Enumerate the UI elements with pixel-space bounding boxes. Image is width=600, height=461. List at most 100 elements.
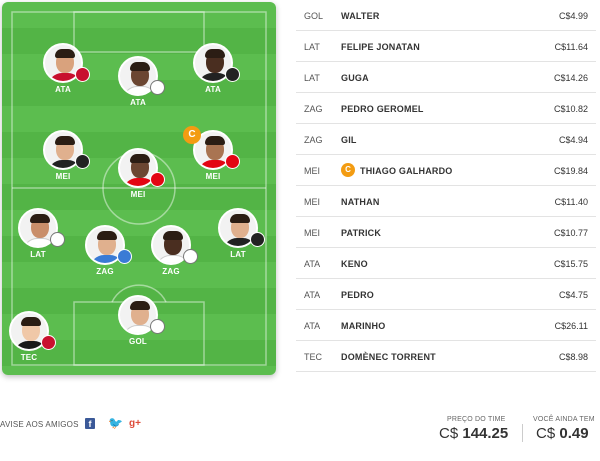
row-position: ATA [304, 321, 321, 331]
row-position: MEI [304, 228, 321, 238]
club-badge-icon [117, 249, 132, 264]
player-card[interactable]: LAT [210, 208, 266, 259]
team-price-value: C$ 144.25 [439, 425, 508, 442]
row-position: GOL [304, 11, 324, 21]
row-price: C$8.98 [558, 352, 588, 362]
club-badge-icon [183, 249, 198, 264]
row-player-name: PATRICK [341, 228, 382, 238]
team-price-currency: C$ [439, 425, 459, 442]
row-player-name: KENO [341, 259, 368, 269]
list-item[interactable]: MEI PATRICK C$10.77 [296, 217, 596, 248]
player-position-label: LAT [30, 250, 46, 259]
google-plus-icon[interactable]: g+ [129, 418, 141, 429]
list-item[interactable]: MEI C THIAGO GALHARDO C$19.84 [296, 155, 596, 186]
player-position-label: ATA [205, 85, 221, 94]
row-price: C$10.82 [553, 104, 588, 114]
player-card[interactable]: ATA [35, 43, 91, 94]
row-player-name: GIL [341, 135, 357, 145]
share-label: AVISE AOS AMIGOS [0, 420, 79, 429]
club-badge-icon [250, 232, 265, 247]
list-item[interactable]: GOL WALTER C$4.99 [296, 0, 596, 31]
row-price: C$26.11 [554, 321, 588, 331]
facebook-icon[interactable]: f [85, 418, 95, 429]
list-item[interactable]: TEC DOMÈNEC TORRENT C$8.98 [296, 341, 596, 372]
row-price: C$4.99 [558, 11, 588, 21]
list-item[interactable]: ATA MARINHO C$26.11 [296, 310, 596, 341]
list-item[interactable]: MEI NATHAN C$11.40 [296, 186, 596, 217]
team-price-amount: 144.25 [462, 425, 509, 442]
player-position-label: MEI [130, 190, 146, 199]
row-position: ZAG [304, 135, 323, 145]
remaining-label: VOCÊ AINDA TEM [533, 416, 595, 423]
club-badge-icon [150, 80, 165, 95]
row-player-name: GUGA [341, 73, 369, 83]
list-item[interactable]: ZAG GIL C$4.94 [296, 124, 596, 155]
player-position-label: ATA [55, 85, 71, 94]
club-badge-icon [150, 319, 165, 334]
player-card[interactable]: MEI [110, 148, 166, 199]
row-price: C$15.75 [553, 259, 588, 269]
player-card[interactable]: LAT [10, 208, 66, 259]
row-player-name: PEDRO GEROMEL [341, 104, 424, 114]
player-position-label: LAT [230, 250, 246, 259]
club-badge-icon [150, 172, 165, 187]
row-player-name: FELIPE JONATAN [341, 42, 420, 52]
remaining-value: C$ 0.49 [536, 425, 589, 442]
list-item[interactable]: ATA KENO C$15.75 [296, 248, 596, 279]
row-position: ZAG [304, 104, 323, 114]
footer-divider [522, 424, 523, 442]
player-card[interactable]: ZAG [143, 225, 199, 276]
club-badge-icon [50, 232, 65, 247]
captain-icon: C [341, 163, 355, 177]
row-price: C$10.77 [553, 228, 588, 238]
club-badge-icon [75, 67, 90, 82]
list-item[interactable]: ATA PEDRO C$4.75 [296, 279, 596, 310]
list-item[interactable]: LAT FELIPE JONATAN C$11.64 [296, 31, 596, 62]
player-card[interactable]: MEI [35, 130, 91, 181]
row-player-name: THIAGO GALHARDO [360, 166, 453, 176]
twitter-icon[interactable]: 🐦 [108, 416, 123, 430]
player-position-label: GOL [129, 337, 147, 346]
player-card[interactable]: GOL [110, 295, 166, 346]
player-card[interactable]: C MEI [183, 126, 241, 181]
player-position-label: ZAG [96, 267, 114, 276]
club-badge-icon [225, 154, 240, 169]
list-item[interactable]: LAT GUGA C$14.26 [296, 62, 596, 93]
club-badge-icon [75, 154, 90, 169]
row-price: C$11.40 [554, 197, 588, 207]
row-price: C$11.64 [554, 42, 588, 52]
team-price-label: PREÇO DO TIME [447, 416, 506, 423]
row-player-name: NATHAN [341, 197, 380, 207]
player-position-label: MEI [205, 172, 221, 181]
row-position: LAT [304, 42, 320, 52]
row-player-name: WALTER [341, 11, 380, 21]
captain-badge-icon: C [183, 126, 201, 144]
row-price: C$14.26 [553, 73, 588, 83]
row-player-name: MARINHO [341, 321, 386, 331]
player-position-label: ZAG [162, 267, 180, 276]
club-badge-icon [41, 335, 56, 350]
row-price: C$19.84 [553, 166, 588, 176]
remaining-amount: 0.49 [559, 425, 589, 442]
player-card[interactable]: ZAG [77, 225, 133, 276]
list-item[interactable]: ZAG PEDRO GEROMEL C$10.82 [296, 93, 596, 124]
row-price: C$4.94 [558, 135, 588, 145]
row-player-name: PEDRO [341, 290, 375, 300]
player-card[interactable]: ATA [110, 56, 166, 107]
player-position-label: ATA [130, 98, 146, 107]
row-position: ATA [304, 290, 321, 300]
player-position-label: TEC [20, 353, 38, 362]
row-position: ATA [304, 259, 321, 269]
field-container: ATA ATA ATA MEI MEI C MEI LAT ZAG ZAG LAT GOL TEC [0, 0, 278, 378]
player-list: GOL WALTER C$4.99 LAT FELIPE JONATAN C$11.64 L… [296, 0, 596, 372]
player-card[interactable]: TEC [1, 311, 57, 362]
row-position: MEI [304, 197, 321, 207]
row-price: C$4.75 [558, 290, 588, 300]
row-player-name: DOMÈNEC TORRENT [341, 352, 436, 362]
row-position: TEC [304, 352, 322, 362]
lineup-screen: ATA ATA ATA MEI MEI C MEI LAT ZAG ZAG LAT GOL TEC GO… [0, 0, 600, 461]
player-card[interactable]: ATA [185, 43, 241, 94]
row-position: LAT [304, 73, 320, 83]
remaining-currency: C$ [536, 425, 556, 442]
row-position: MEI [304, 166, 321, 176]
